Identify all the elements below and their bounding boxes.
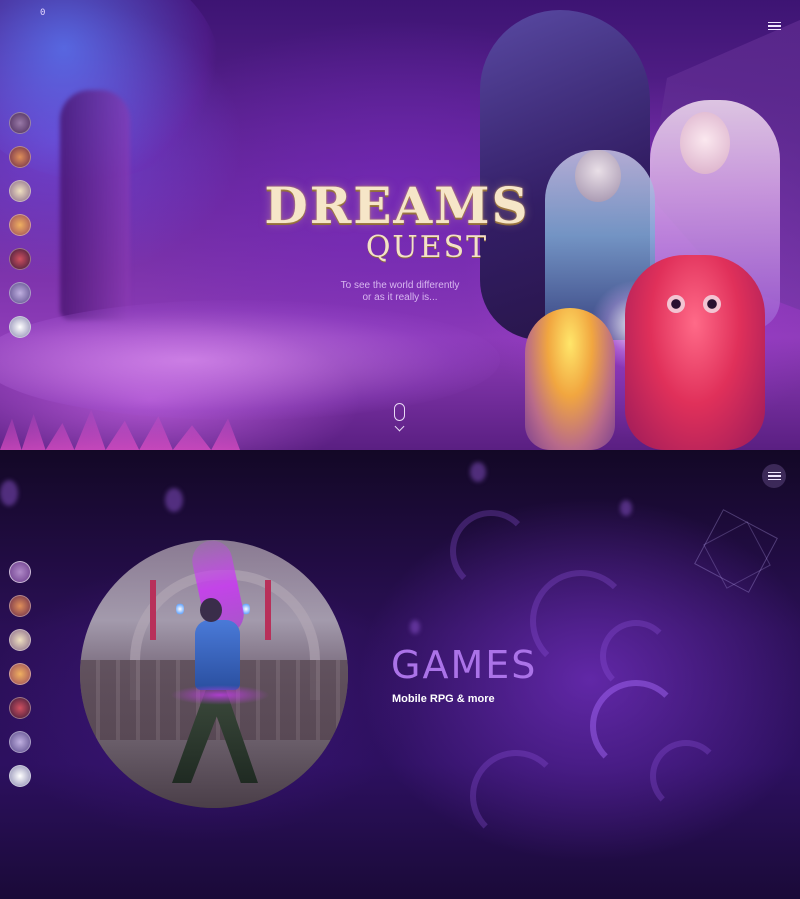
bokeh-particle	[410, 620, 420, 634]
bokeh-particle	[0, 480, 18, 506]
tagline-line-1: To see the world differently	[340, 280, 460, 291]
hamburger-menu-button[interactable]	[762, 15, 786, 37]
side-nav-item-6[interactable]	[9, 731, 31, 753]
tagline-line-2: or as it really is...	[362, 292, 438, 303]
side-nav-item-5[interactable]	[9, 697, 31, 719]
bokeh-particle	[165, 488, 183, 512]
side-nav-item-2[interactable]	[9, 146, 31, 168]
side-nav-item-5[interactable]	[9, 248, 31, 270]
hamburger-line	[767, 28, 781, 31]
hero-glowing-lake	[0, 300, 500, 420]
hamburger-line	[767, 471, 781, 474]
games-title: GAMES	[391, 643, 538, 687]
swirl-ornament	[450, 510, 532, 592]
swirl-ornament	[650, 740, 722, 812]
scroll-down-chevron-icon[interactable]	[394, 421, 405, 432]
arena-torch	[176, 602, 184, 616]
swirl-ornament	[470, 750, 562, 842]
swirl-ornament	[600, 620, 672, 692]
side-nav-item-1[interactable]	[9, 561, 31, 583]
hamburger-line	[767, 475, 781, 477]
logo-subtitle: QUEST	[365, 230, 489, 265]
side-nav-item-3[interactable]	[9, 629, 31, 651]
game-logo: DREAMS QUEST	[262, 180, 532, 264]
hero-tagline: To see the world differently or as it re…	[325, 280, 475, 304]
elf-character	[525, 308, 615, 450]
side-nav-item-2[interactable]	[9, 595, 31, 617]
side-nav-item-1[interactable]	[9, 112, 31, 134]
scroll-down-mouse-icon[interactable]	[394, 403, 405, 421]
slide-marker: 0	[40, 8, 46, 18]
imp-eye-right	[703, 295, 721, 313]
logo-title: DREAMS	[264, 176, 530, 235]
hamburger-line	[767, 21, 781, 24]
character-magic-sash	[170, 685, 270, 705]
hero-section: 0 DREAMS QUEST To see the world differen…	[0, 0, 800, 450]
side-nav-item-7[interactable]	[9, 316, 31, 338]
hamburger-menu-button[interactable]	[762, 464, 786, 488]
sorceress-face	[680, 112, 730, 174]
arena-floor	[80, 740, 348, 808]
games-section: GAMES Mobile RPG & more	[0, 450, 800, 899]
side-nav-item-3[interactable]	[9, 180, 31, 202]
imp-eye-left	[667, 295, 685, 313]
bokeh-particle	[470, 462, 486, 482]
game-preview-image[interactable]	[80, 540, 348, 808]
games-subtitle: Mobile RPG & more	[392, 693, 495, 705]
hamburger-line	[767, 478, 781, 481]
red-imp-character	[625, 255, 765, 450]
side-nav-item-4[interactable]	[9, 214, 31, 236]
arena-banner	[265, 580, 271, 640]
bokeh-particle	[620, 500, 632, 516]
character-head	[200, 598, 222, 622]
side-nav-item-7[interactable]	[9, 765, 31, 787]
side-nav-item-4[interactable]	[9, 663, 31, 685]
character-body	[195, 620, 240, 690]
hamburger-line	[767, 25, 781, 27]
side-nav-item-6[interactable]	[9, 282, 31, 304]
hero-tree-trunk	[60, 90, 130, 320]
arena-banner	[150, 580, 156, 640]
wizard-face	[575, 150, 621, 202]
